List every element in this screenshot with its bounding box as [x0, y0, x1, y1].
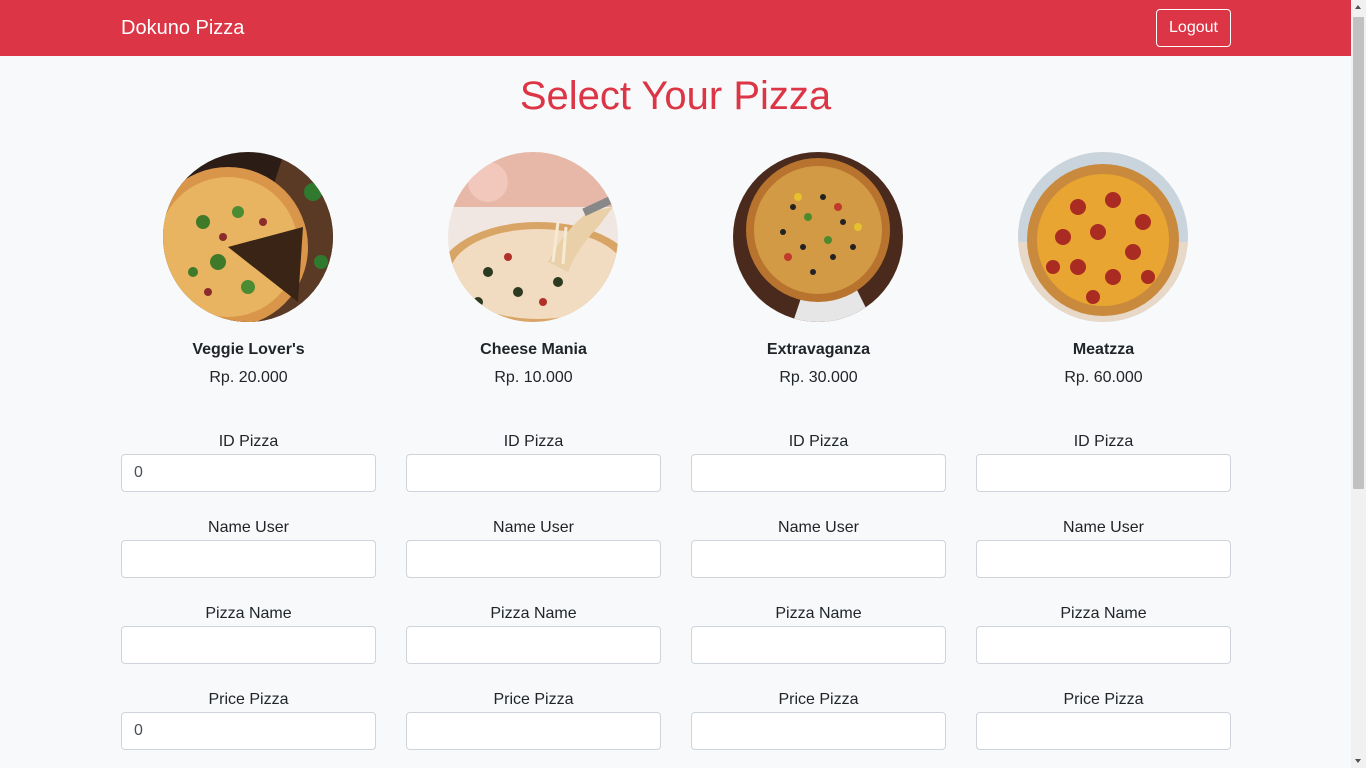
cheese-pizza-image[interactable]	[448, 152, 618, 322]
id-pizza-label: ID Pizza	[503, 433, 564, 450]
price-pizza-label: Price Pizza	[493, 691, 574, 708]
name-user-label: Name User	[778, 519, 859, 536]
pizza-name: Meatzza	[1072, 341, 1135, 358]
price-pizza-input[interactable]	[976, 712, 1231, 750]
name-user-input[interactable]	[406, 540, 661, 578]
id-pizza-label: ID Pizza	[1073, 433, 1134, 450]
pizza-name: Extravaganza	[766, 341, 871, 358]
extravaganza-pizza-image[interactable]	[733, 152, 903, 322]
top-navbar: Dokuno Pizza Logout	[0, 0, 1351, 56]
vertical-scrollbar[interactable]	[1351, 0, 1366, 768]
price-pizza-input[interactable]	[121, 712, 376, 750]
pizza-name-label: Pizza Name	[1060, 605, 1147, 622]
id-pizza-input[interactable]	[406, 454, 661, 492]
name-user-label: Name User	[1063, 519, 1144, 536]
id-pizza-input[interactable]	[121, 454, 376, 492]
pizza-name: Cheese Mania	[480, 341, 587, 358]
page-title: Select Your Pizza	[519, 74, 832, 118]
pizza-name-label: Pizza Name	[775, 605, 862, 622]
id-pizza-input[interactable]	[691, 454, 946, 492]
name-user-label: Name User	[208, 519, 289, 536]
price-pizza-label: Price Pizza	[778, 691, 859, 708]
id-pizza-label: ID Pizza	[788, 433, 849, 450]
pizza-name-input[interactable]	[121, 626, 376, 664]
pizza-price: Rp. 10.000	[494, 369, 573, 386]
pizza-name-input[interactable]	[406, 626, 661, 664]
price-pizza-label: Price Pizza	[1063, 691, 1144, 708]
pizza-name-label: Pizza Name	[490, 605, 577, 622]
pizza-name-input[interactable]	[691, 626, 946, 664]
price-pizza-input[interactable]	[406, 712, 661, 750]
id-pizza-label: ID Pizza	[218, 433, 279, 450]
scroll-up-arrow-icon[interactable]	[1351, 0, 1366, 15]
price-pizza-label: Price Pizza	[208, 691, 289, 708]
pizza-name: Veggie Lover's	[192, 341, 305, 358]
pizza-price: Rp. 30.000	[779, 369, 858, 386]
veggie-pizza-image[interactable]	[163, 152, 333, 322]
logout-button[interactable]: Logout	[1156, 9, 1231, 47]
name-user-input[interactable]	[691, 540, 946, 578]
pizza-price: Rp. 20.000	[209, 369, 288, 386]
name-user-input[interactable]	[121, 540, 376, 578]
id-pizza-input[interactable]	[976, 454, 1231, 492]
pizza-price: Rp. 60.000	[1064, 369, 1143, 386]
pizza-name-label: Pizza Name	[205, 605, 292, 622]
meatzza-pizza-image[interactable]	[1018, 152, 1188, 322]
name-user-label: Name User	[493, 519, 574, 536]
scrollbar-thumb[interactable]	[1353, 17, 1364, 489]
brand-link[interactable]: Dokuno Pizza	[121, 16, 244, 40]
name-user-input[interactable]	[976, 540, 1231, 578]
pizza-name-input[interactable]	[976, 626, 1231, 664]
scroll-down-arrow-icon[interactable]	[1351, 753, 1366, 768]
price-pizza-input[interactable]	[691, 712, 946, 750]
